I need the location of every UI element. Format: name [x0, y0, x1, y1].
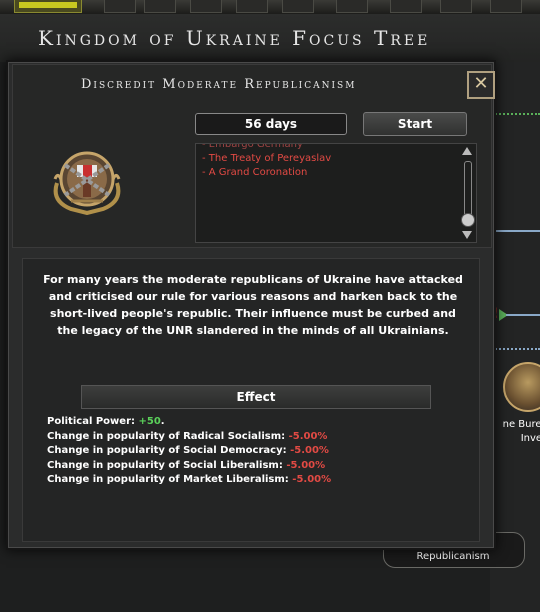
prerequisite-item: - A Grand Coronation: [202, 167, 308, 178]
start-button[interactable]: Start: [363, 112, 467, 136]
chained-republic-icon: [53, 151, 121, 215]
effect-line: Change in popularity of Social Liberalis…: [47, 459, 331, 474]
effect-header: Effect: [81, 385, 431, 409]
focus-title: Discredit Moderate Republicanism: [81, 77, 357, 92]
effect-value: -5.00%: [290, 445, 329, 456]
effect-label: Change in popularity of Social Democracy…: [47, 445, 291, 456]
tree-connector-line: [506, 314, 540, 316]
toolbar-icon-8[interactable]: [440, 0, 472, 13]
effect-line: Change in popularity of Social Democracy…: [47, 444, 331, 459]
resource-bar-icon[interactable]: [14, 0, 82, 13]
toolbar-icon-5[interactable]: [282, 0, 314, 13]
toolbar-icon-7[interactable]: [390, 0, 422, 13]
toolbar-icon-6[interactable]: [336, 0, 368, 13]
focus-header-panel: Discredit Moderate Republicanism ✕ 56 da…: [12, 64, 495, 248]
close-button[interactable]: ✕: [467, 71, 495, 99]
tree-connector-line: [492, 113, 540, 115]
effect-line: Political Power: +50.: [47, 415, 331, 430]
effect-label: Change in popularity of Social Liberalis…: [47, 459, 287, 471]
effect-suffix: .: [160, 416, 165, 427]
focus-tree-title: Kingdom of Ukraine Focus Tree: [38, 26, 431, 50]
background-focus-button-label-line: Republicanism: [416, 551, 490, 562]
prerequisite-item: - Embargo Germany: [202, 143, 303, 150]
effect-value: -5.00%: [292, 474, 332, 485]
effect-line: Change in popularity of Radical Socialis…: [47, 430, 331, 445]
scroll-down-icon[interactable]: [462, 231, 472, 239]
focus-duration: 56 days: [195, 113, 347, 135]
effect-line: Change in popularity of Market Liberalis…: [47, 473, 331, 488]
toolbar-icon-3[interactable]: [190, 0, 222, 13]
focus-tree-background: [490, 62, 540, 612]
prerequisite-item: - The Treaty of Pereyaslav: [202, 153, 332, 164]
effect-value: -5.00%: [286, 459, 326, 471]
tree-connector-line: [492, 230, 540, 232]
toolbar-icon-9[interactable]: [490, 0, 522, 13]
scroll-thumb[interactable]: [461, 213, 475, 227]
effect-label: Change in popularity of Radical Socialis…: [47, 430, 289, 442]
focus-detail-dialog: Discredit Moderate Republicanism ✕ 56 da…: [6, 60, 496, 550]
top-toolbar: [0, 0, 540, 15]
effect-value: -5.00%: [288, 430, 328, 442]
effect-value: +50: [138, 416, 161, 427]
effects-list: Political Power: +50. Change in populari…: [47, 415, 331, 488]
effect-label: Political Power:: [47, 416, 139, 427]
focus-description-panel: For many years the moderate republicans …: [22, 258, 480, 542]
effect-label: Change in popularity of Market Liberalis…: [47, 474, 293, 485]
tree-connector-line: [492, 348, 540, 350]
toolbar-icon-2[interactable]: [144, 0, 176, 13]
toolbar-icon-4[interactable]: [236, 0, 268, 13]
scroll-track[interactable]: [464, 161, 472, 219]
prerequisites-scrollbar[interactable]: [461, 147, 475, 239]
scroll-up-icon[interactable]: [462, 147, 472, 155]
focus-description: For many years the moderate republicans …: [43, 273, 463, 337]
prerequisites-list[interactable]: - Embargo Germany - The Treaty of Pereya…: [195, 143, 477, 243]
toolbar-icon-1[interactable]: [104, 0, 136, 13]
